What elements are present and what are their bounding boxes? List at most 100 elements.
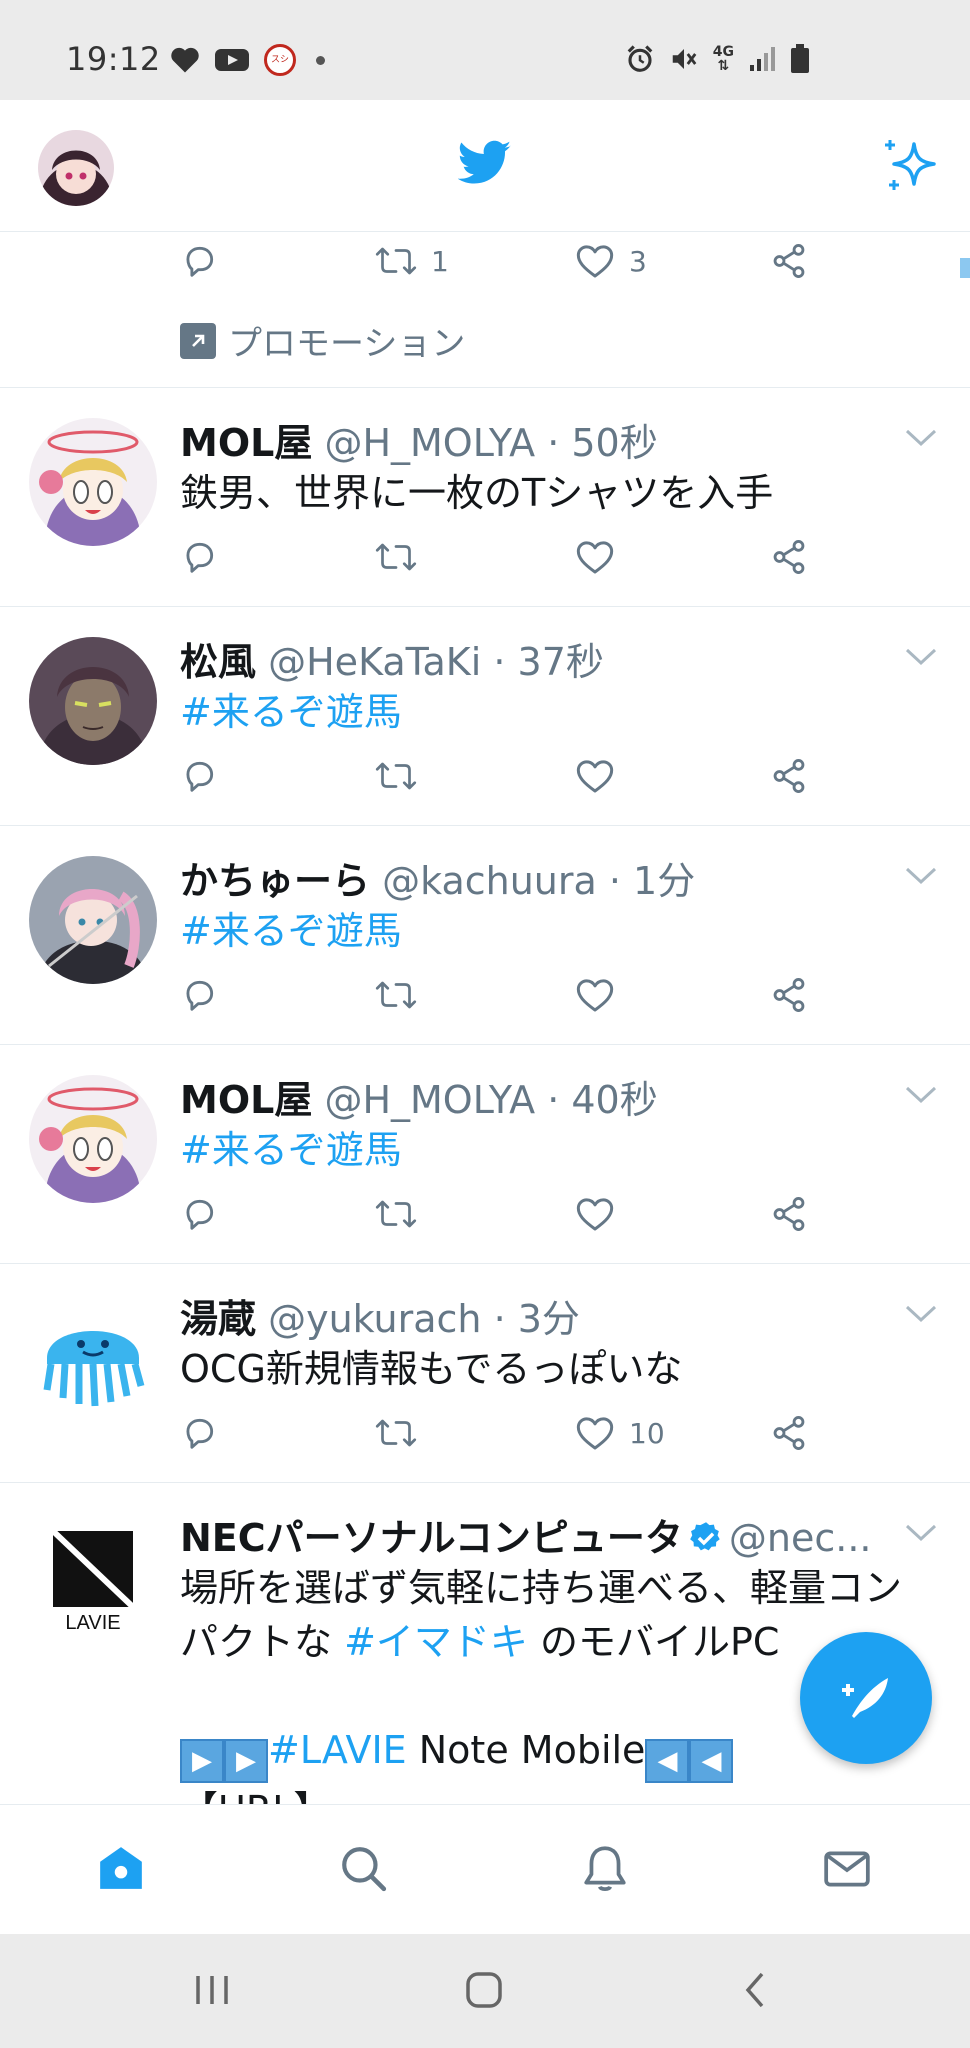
status-time: 19:12: [66, 40, 161, 78]
share-icon: [773, 1197, 805, 1231]
avatar[interactable]: [29, 418, 157, 546]
alarm-icon: [627, 45, 653, 72]
retweet-button[interactable]: [375, 976, 417, 1014]
search-icon[interactable]: [338, 1843, 388, 1893]
chevron-down-icon[interactable]: [904, 866, 938, 886]
tweet-actions: [180, 538, 820, 588]
display-name[interactable]: かちゅーら: [180, 859, 370, 903]
chevron-down-icon[interactable]: [904, 1085, 938, 1105]
avatar[interactable]: [29, 856, 157, 984]
promoted-text: プロモーション: [228, 324, 466, 364]
reply-button[interactable]: [180, 1414, 218, 1452]
retweet-button[interactable]: [375, 538, 417, 576]
like-icon: [576, 979, 614, 1012]
reply-button[interactable]: [180, 242, 218, 280]
status-system-icons: 4G ⇅: [625, 44, 810, 74]
chevron-down-icon[interactable]: [904, 647, 938, 667]
like-button[interactable]: [575, 1195, 615, 1233]
like-button[interactable]: [575, 976, 615, 1014]
ad-text-line[interactable]: 【URL】: [180, 1783, 950, 1804]
avatar[interactable]: [29, 1075, 157, 1203]
like-button[interactable]: 10: [575, 1414, 665, 1452]
share-button[interactable]: [770, 538, 808, 576]
avatar[interactable]: LAVIE: [29, 1513, 157, 1641]
reply-button[interactable]: [180, 976, 218, 1014]
twitter-logo-icon[interactable]: [458, 140, 512, 186]
retweet-button[interactable]: [375, 1414, 417, 1452]
reply-button[interactable]: [180, 757, 218, 795]
handle[interactable]: @H_MOLYA: [324, 421, 535, 465]
avatar[interactable]: [29, 1294, 157, 1422]
share-button[interactable]: [770, 757, 808, 795]
retweet-button[interactable]: [375, 757, 417, 795]
sparkle-top-tweets-icon[interactable]: [880, 136, 940, 196]
like-button[interactable]: 3: [575, 242, 647, 280]
like-icon: [576, 1198, 614, 1231]
share-button[interactable]: [770, 976, 808, 1014]
handle[interactable]: @H_MOLYA: [324, 1078, 535, 1122]
tweet[interactable]: MOL屋 @H_MOLYA · 50秒 鉄男、世界に一枚のTシャツを入手: [0, 388, 970, 607]
avatar-image: [29, 637, 157, 765]
hashtag-link[interactable]: #LAVIE: [268, 1728, 407, 1772]
like-icon: [576, 760, 614, 793]
tweet-actions: [180, 976, 820, 1026]
retweet-button[interactable]: 1: [375, 242, 449, 280]
timestamp: · 50秒: [547, 421, 658, 465]
like-button[interactable]: [575, 757, 615, 795]
share-button[interactable]: [770, 242, 808, 280]
retweet-icon: [375, 1200, 417, 1228]
like-count: 3: [629, 244, 647, 278]
display-name[interactable]: MOL屋: [180, 421, 312, 465]
profile-avatar-button[interactable]: [38, 130, 114, 206]
tweet-hashtag[interactable]: #来るぞ遊馬: [180, 1123, 950, 1177]
display-name[interactable]: 湯蔵: [180, 1297, 256, 1341]
reply-button[interactable]: [180, 538, 218, 576]
reply-button[interactable]: [180, 1195, 218, 1233]
ad-tweet[interactable]: LAVIE NECパーソナルコンピュータ @nec... 場所を選ばず気軽に持ち運…: [0, 1483, 970, 1804]
share-button[interactable]: [770, 1414, 808, 1452]
ad-text-span: のモバイルPC: [527, 1620, 780, 1664]
timestamp: · 37秒: [493, 640, 604, 684]
tweet[interactable]: MOL屋 @H_MOLYA · 40秒 #来るぞ遊馬: [0, 1045, 970, 1264]
handle[interactable]: @kachuura: [382, 859, 597, 903]
home-button-icon[interactable]: [462, 1968, 506, 2012]
tweet[interactable]: 湯蔵 @yukurach · 3分 OCG新規情報もでるっぽいな 10: [0, 1264, 970, 1483]
tweet-hashtag[interactable]: #来るぞ遊馬: [180, 685, 950, 739]
youtube-icon: [215, 49, 249, 71]
timestamp: · 40秒: [547, 1078, 658, 1122]
hashtag-link[interactable]: #イマドキ: [344, 1620, 528, 1664]
like-icon: [576, 1417, 614, 1450]
reply-icon: [186, 1199, 214, 1230]
timeline-feed[interactable]: 1 3 プロモーション MOL屋 @H_MOLYA · 50秒 鉄男、世界に一枚…: [0, 232, 970, 1804]
compose-tweet-button[interactable]: [800, 1632, 932, 1764]
home-icon[interactable]: [96, 1843, 146, 1893]
scroll-indicator: [960, 258, 970, 278]
handle[interactable]: @nec...: [729, 1516, 872, 1560]
handle[interactable]: @yukurach: [268, 1297, 481, 1341]
handle[interactable]: @HeKaTaKi: [268, 640, 481, 684]
retweet-button[interactable]: [375, 1195, 417, 1233]
back-icon[interactable]: [734, 1968, 778, 2012]
chevron-down-icon[interactable]: [904, 1304, 938, 1324]
promoted-tweet-partial[interactable]: 1 3 プロモーション: [0, 232, 970, 388]
verified-badge-icon: [690, 1522, 720, 1551]
tweet-actions: 1 3: [180, 242, 820, 292]
chevron-down-icon[interactable]: [904, 428, 938, 448]
messages-icon[interactable]: [822, 1843, 872, 1893]
share-button[interactable]: [770, 1195, 808, 1233]
display-name[interactable]: NECパーソナルコンピュータ: [180, 1516, 683, 1560]
status-notifications: スシロー: [170, 44, 325, 76]
network-4g-icon: 4G ⇅: [712, 44, 734, 74]
display-name[interactable]: 松風: [180, 640, 256, 684]
avatar[interactable]: [29, 637, 157, 765]
chevron-down-icon[interactable]: [904, 1523, 938, 1543]
notifications-icon[interactable]: [580, 1843, 630, 1893]
tweet[interactable]: 松風 @HeKaTaKi · 37秒 #来るぞ遊馬: [0, 607, 970, 826]
avatar-image: [29, 1294, 157, 1422]
timestamp: · 3分: [493, 1297, 580, 1341]
display-name[interactable]: MOL屋: [180, 1078, 312, 1122]
tweet[interactable]: かちゅーら @kachuura · 1分 #来るぞ遊馬: [0, 826, 970, 1045]
recent-apps-icon[interactable]: [190, 1968, 234, 2012]
like-button[interactable]: [575, 538, 615, 576]
tweet-hashtag[interactable]: #来るぞ遊馬: [180, 904, 950, 958]
